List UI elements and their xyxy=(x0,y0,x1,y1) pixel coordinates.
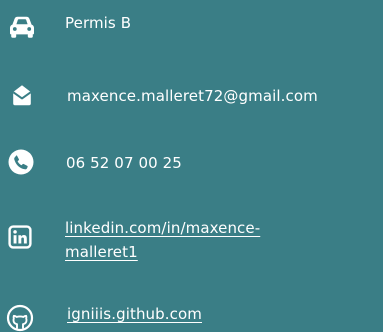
linkedin-link-line1[interactable]: linkedin.com/in/maxence- xyxy=(65,217,260,240)
car-icon xyxy=(10,16,34,38)
license-text: Permis B xyxy=(65,14,132,32)
envelope-icon xyxy=(12,85,32,106)
phone-icon xyxy=(8,149,34,175)
email-text[interactable]: maxence.malleret72@gmail.com xyxy=(67,85,318,108)
linkedin-icon xyxy=(8,225,32,249)
phone-text[interactable]: 06 52 07 00 25 xyxy=(66,152,182,175)
github-icon xyxy=(6,304,34,332)
github-link[interactable]: igniiis.github.com xyxy=(67,303,202,326)
linkedin-link-line2[interactable]: malleret1 xyxy=(65,241,138,264)
